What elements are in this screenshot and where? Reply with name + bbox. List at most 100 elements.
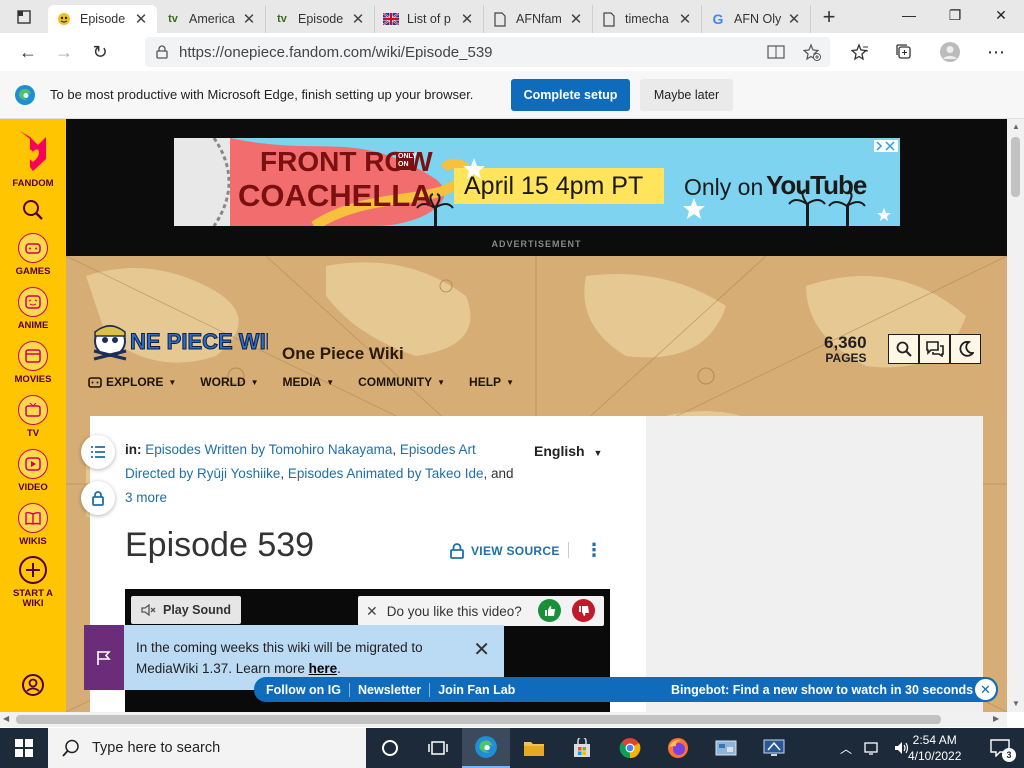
scroll-down-arrow[interactable]: ▼: [1012, 699, 1020, 708]
close-tab-icon[interactable]: ✕: [677, 10, 693, 28]
taskbar-search[interactable]: Type here to search: [48, 728, 366, 768]
scroll-thumb[interactable]: [1011, 137, 1020, 197]
rail-search[interactable]: [0, 199, 66, 221]
close-tab-icon[interactable]: ✕: [133, 10, 149, 28]
lock-icon[interactable]: [145, 45, 179, 59]
tab-timecha[interactable]: timecha ✕: [593, 5, 702, 33]
dark-mode-button[interactable]: [950, 334, 981, 364]
rail-item-movies[interactable]: MOVIES: [0, 341, 66, 385]
thumbs-up-icon[interactable]: [538, 599, 561, 622]
close-tab-icon[interactable]: ✕: [568, 10, 584, 28]
settings-menu-icon[interactable]: ⋯: [978, 37, 1014, 67]
learn-more-link[interactable]: here: [309, 661, 338, 676]
close-icon[interactable]: ✕: [366, 603, 378, 620]
language-selector[interactable]: English ▼: [534, 443, 602, 459]
url-text[interactable]: https://onepiece.fandom.com/wiki/Episode…: [179, 44, 758, 61]
nav-explore[interactable]: EXPLORE ▼: [88, 375, 176, 389]
favorites-icon[interactable]: [842, 37, 878, 67]
rail-item-games[interactable]: GAMES: [0, 233, 66, 277]
forward-button[interactable]: →: [46, 37, 82, 67]
category-link[interactable]: Episodes Animated by Takeo Ide: [288, 466, 484, 481]
maximize-button[interactable]: ❐: [932, 0, 978, 30]
nav-community[interactable]: COMMUNITY ▼: [358, 375, 445, 389]
tab-actions-icon[interactable]: [0, 0, 48, 33]
back-button[interactable]: ←: [10, 37, 46, 67]
close-tab-icon[interactable]: ✕: [786, 10, 802, 28]
edge-taskbar-icon[interactable]: [462, 728, 510, 768]
chrome-icon[interactable]: [606, 728, 654, 768]
system-clock[interactable]: 2:54 AM 4/10/2022: [908, 732, 961, 764]
file-explorer-icon[interactable]: [510, 728, 558, 768]
tab-episode-2[interactable]: tv Episode ✕: [266, 5, 375, 33]
wiki-name[interactable]: One Piece Wiki: [282, 344, 404, 364]
add-favorite-icon[interactable]: [794, 43, 830, 61]
category-link[interactable]: Episodes Written by Tomohiro Nakayama: [145, 442, 392, 457]
rail-item-wikis[interactable]: WIKIS: [0, 503, 66, 547]
vertical-scrollbar[interactable]: ▲ ▼: [1007, 119, 1024, 712]
rail-item-video[interactable]: VIDEO: [0, 449, 66, 493]
close-tab-icon[interactable]: ✕: [241, 10, 257, 28]
rail-user[interactable]: [0, 673, 66, 697]
categories: in: Episodes Written by Tomohiro Nakayam…: [125, 442, 514, 505]
network-icon: [864, 742, 878, 755]
tab-america[interactable]: tv America ✕: [157, 5, 266, 33]
play-sound-button[interactable]: Play Sound: [131, 596, 242, 624]
start-button[interactable]: [0, 728, 48, 768]
address-bar[interactable]: https://onepiece.fandom.com/wiki/Episode…: [145, 37, 830, 67]
maybe-later-button[interactable]: Maybe later: [640, 79, 733, 111]
fandom-logo[interactable]: FANDOM: [0, 129, 66, 189]
close-tab-icon[interactable]: ✕: [350, 10, 366, 28]
scroll-left-arrow[interactable]: ◀: [3, 714, 9, 723]
cortana-icon[interactable]: [366, 728, 414, 768]
more-categories-link[interactable]: 3 more: [125, 490, 167, 505]
scroll-thumb[interactable]: [16, 715, 941, 724]
newsletter-link[interactable]: Newsletter: [350, 682, 431, 697]
scroll-up-arrow[interactable]: ▲: [1012, 122, 1020, 131]
control-panel-icon[interactable]: [702, 728, 750, 768]
chevron-up-icon[interactable]: ︿: [840, 740, 852, 757]
rail-label-movies: MOVIES: [14, 374, 52, 385]
store-icon[interactable]: [558, 728, 606, 768]
firefox-icon[interactable]: [654, 728, 702, 768]
close-icon[interactable]: ✕: [473, 637, 490, 662]
table-of-contents-button[interactable]: [81, 435, 115, 469]
more-actions-icon[interactable]: ⋮: [585, 540, 603, 561]
follow-ig-link[interactable]: Follow on IG: [254, 682, 350, 697]
horizontal-scrollbar[interactable]: ◀ ▶: [0, 712, 1007, 727]
new-tab-button[interactable]: +: [811, 0, 847, 33]
pages-count-label: PAGES: [825, 351, 867, 365]
view-source-button[interactable]: VIEW SOURCE: [450, 543, 560, 559]
tab-list[interactable]: List of p ✕: [375, 5, 484, 33]
tab-afn-oly[interactable]: G AFN Oly ✕: [702, 5, 811, 33]
discussions-button[interactable]: [919, 334, 950, 364]
fandom-global-nav: FANDOM GAMES ANIME MOVIES TV VIDEO WIKIS…: [0, 119, 66, 712]
profile-avatar[interactable]: [932, 37, 968, 67]
action-center-button[interactable]: 3: [980, 728, 1020, 768]
complete-setup-button[interactable]: Complete setup: [511, 79, 630, 111]
remote-desktop-icon[interactable]: [750, 728, 798, 768]
wiki-search-button[interactable]: [888, 334, 919, 364]
reader-mode-icon[interactable]: [758, 45, 794, 59]
collections-icon[interactable]: [886, 37, 922, 67]
ad-banner[interactable]: FRONT ROW COACHELLA ONLY ON April 15 4pm…: [174, 138, 900, 226]
close-tab-icon[interactable]: ✕: [459, 10, 475, 28]
wiki-logo[interactable]: NE PIECE WIKI: [90, 315, 288, 365]
bingebot-link[interactable]: Bingebot: Find a new show to watch in 30…: [671, 683, 973, 697]
join-fan-lab-link[interactable]: Join Fan Lab: [430, 683, 523, 697]
close-icon[interactable]: ✕: [975, 679, 996, 700]
thumbs-down-icon[interactable]: [572, 599, 595, 622]
tab-afnfam[interactable]: AFNfam ✕: [484, 5, 593, 33]
nav-media[interactable]: MEDIA ▼: [283, 375, 335, 389]
tab-episode[interactable]: Episode ✕: [48, 5, 157, 33]
refresh-button[interactable]: ↻: [82, 37, 118, 67]
close-window-button[interactable]: ✕: [978, 0, 1024, 30]
rail-item-tv[interactable]: TV: [0, 395, 66, 439]
scroll-right-arrow[interactable]: ▶: [993, 714, 999, 723]
protected-page-button[interactable]: [81, 481, 115, 515]
task-view-icon[interactable]: [414, 728, 462, 768]
rail-item-anime[interactable]: ANIME: [0, 287, 66, 331]
minimize-button[interactable]: —: [886, 0, 932, 30]
rail-item-start-wiki[interactable]: START A WIKI: [0, 555, 66, 609]
nav-world[interactable]: WORLD ▼: [200, 375, 258, 389]
nav-help[interactable]: HELP ▼: [469, 375, 514, 389]
